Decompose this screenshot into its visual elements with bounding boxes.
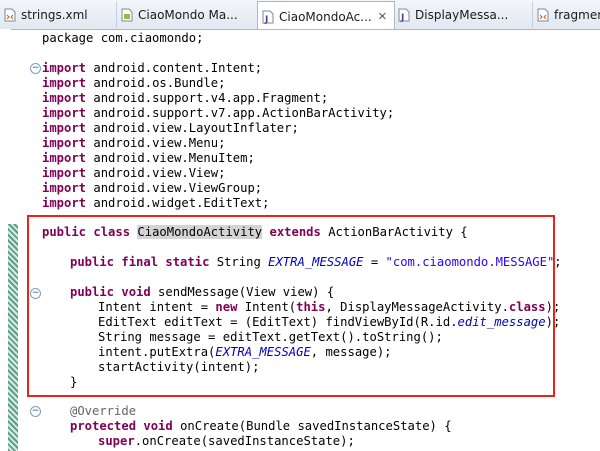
tab-ciaomondoactivity-java[interactable]: J CiaoMondoAc... ✕ (257, 1, 395, 29)
tab-strings-xml[interactable]: strings.xml (0, 2, 117, 28)
code-line-import: import android.os.Bundle; (42, 76, 226, 90)
tab-label: DisplayMessa... (415, 8, 509, 22)
code-text-area[interactable]: package com.ciaomondo; import android.co… (0, 29, 600, 451)
code-line-method-declaration: public void sendMessage(View view) { (70, 285, 335, 299)
code-line-statement: String message = editText.getText().toSt… (98, 330, 443, 344)
code-line-import: import android.view.Menu; (42, 136, 226, 150)
code-line-statement: intent.putExtra(EXTRA_MESSAGE, message); (98, 345, 392, 359)
code-line-import: import android.support.v7.app.ActionBarA… (42, 106, 395, 120)
code-line-annotation: @Override (70, 404, 137, 418)
tab-ciaomondo-manifest[interactable]: CiaoMondo Ma... (117, 2, 258, 28)
code-line-import: import android.widget.EditText; (42, 196, 270, 210)
code-line-import: import android.view.ViewGroup; (42, 181, 263, 195)
code-line-import: import android.view.LayoutInflater; (42, 121, 299, 135)
code-line-import: import android.view.View; (42, 166, 226, 180)
code-line-package: package com.ciaomondo; (42, 31, 204, 45)
editor-tab-bar: strings.xml CiaoMondo Ma... J CiaoMondoA… (0, 0, 600, 30)
tab-label: strings.xml (21, 8, 88, 22)
java-file-icon: J (262, 10, 274, 24)
tab-label: CiaoMondo Ma... (138, 8, 238, 22)
code-line-statement: super.onCreate(savedInstanceState); (98, 434, 355, 448)
manifest-file-icon (121, 8, 133, 22)
close-tab-icon[interactable]: ✕ (378, 10, 387, 23)
svg-text:J: J (400, 13, 404, 22)
code-line-import: import android.content.Intent; (42, 61, 263, 75)
code-line-import: import android.view.MenuItem; (42, 151, 255, 165)
svg-text:J: J (264, 15, 268, 24)
java-file-icon: J (398, 8, 410, 22)
java-code-editor[interactable]: − − − package com.ciaomondo; import andr… (0, 29, 600, 451)
code-line-closing-brace: } (70, 375, 78, 389)
tab-displaymessage-java[interactable]: J DisplayMessa... (394, 2, 533, 28)
tab-label: fragment_ (554, 8, 600, 22)
code-line-statement: EditText editText = (EditText) findViewB… (98, 315, 561, 329)
code-line-class-declaration: public class CiaoMondoActivity extends A… (42, 225, 468, 239)
tab-label: CiaoMondoAc... (279, 9, 372, 24)
code-line-method-declaration: protected void onCreate(Bundle savedInst… (70, 419, 452, 433)
code-line-statement: Intent intent = new Intent(this, Display… (98, 300, 561, 314)
xml-file-icon (4, 8, 16, 22)
class-name-highlight: CiaoMondoActivity (137, 225, 263, 239)
code-line-import: import android.support.v4.app.Fragment; (42, 91, 329, 105)
tab-fragment-xml[interactable]: fragment_ (533, 2, 600, 28)
xml-file-icon (537, 8, 549, 22)
code-line-field: public final static String EXTRA_MESSAGE… (70, 255, 562, 269)
code-line-statement: startActivity(intent); (98, 360, 260, 374)
